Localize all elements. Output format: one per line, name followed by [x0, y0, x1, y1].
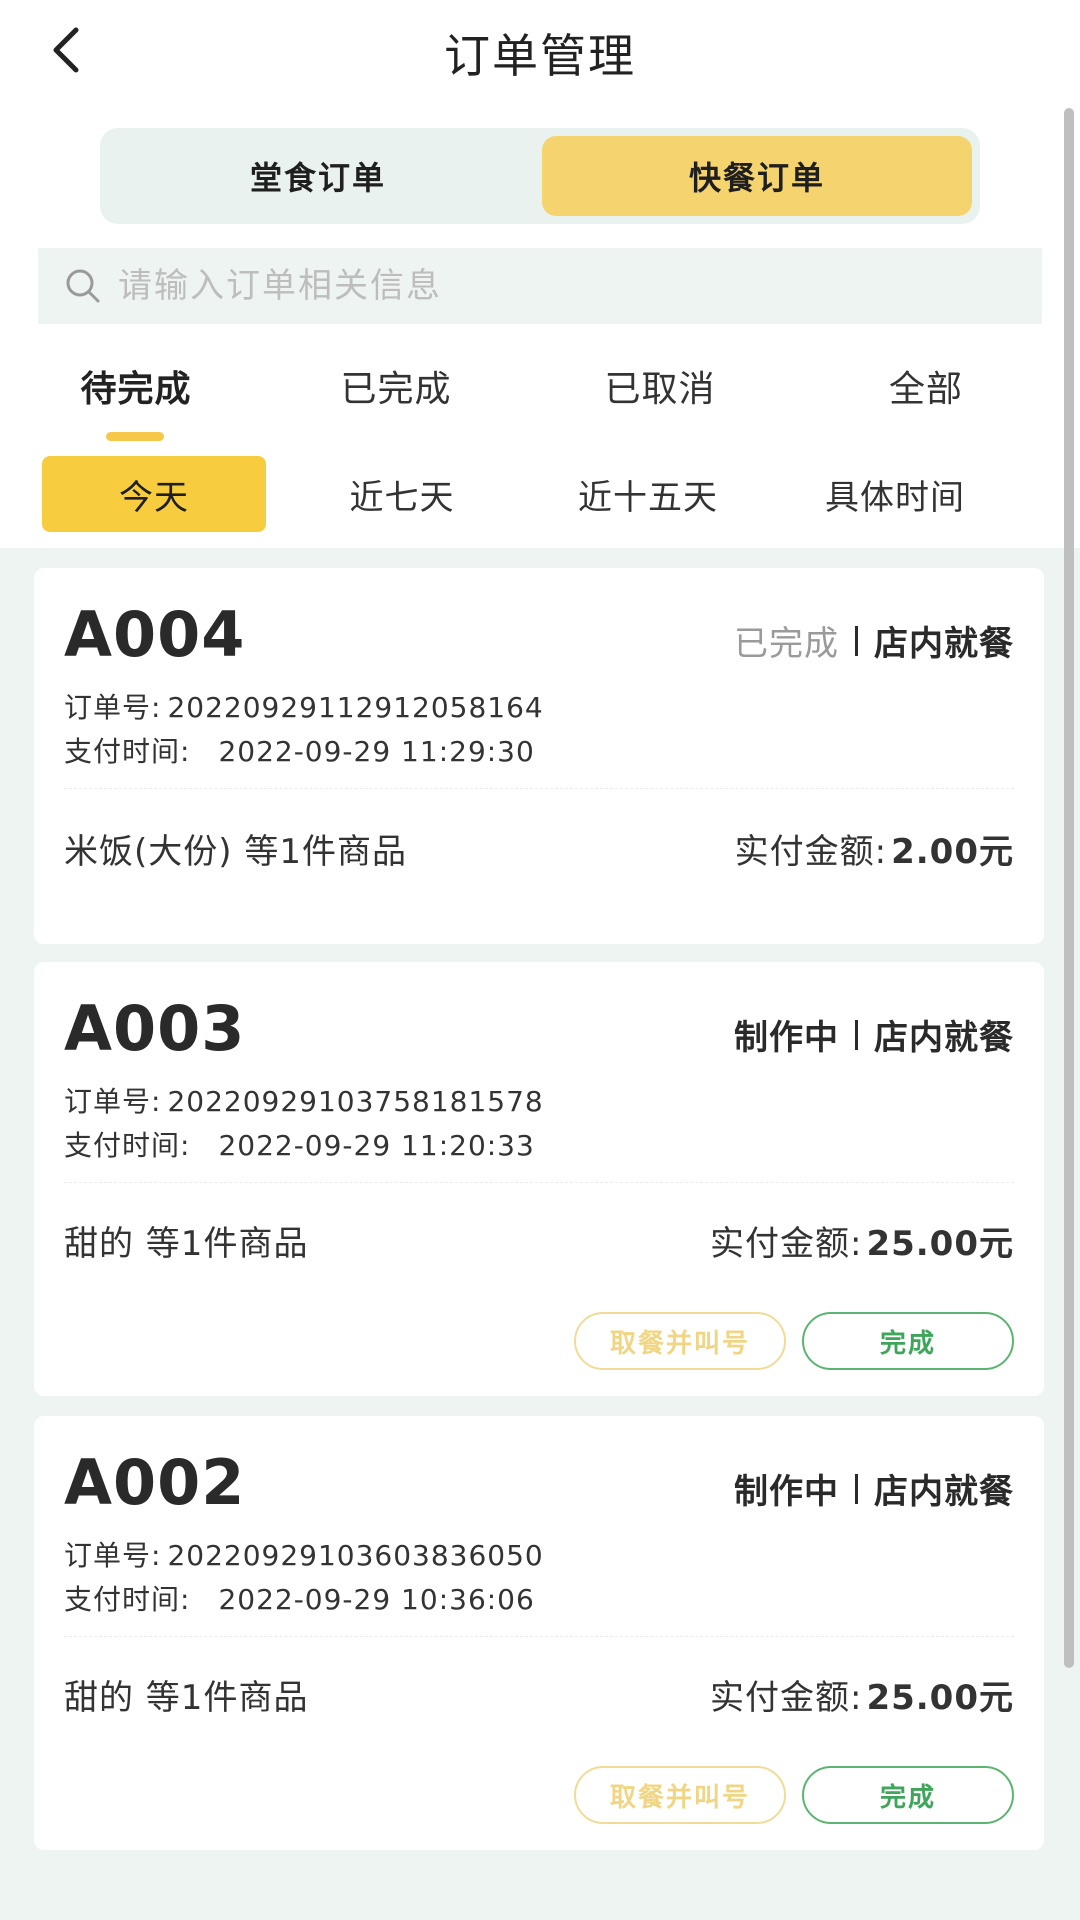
card-divider [64, 1182, 1014, 1183]
items-summary: 甜的 等1件商品 [64, 1224, 309, 1264]
dine-type: 店内就餐 [874, 1018, 1014, 1058]
order-number-label: 订单号: [64, 691, 162, 724]
order-card[interactable]: A004 已完成 店内就餐 订单号: 20220929112912058164 支… [34, 568, 1044, 944]
tab-pending[interactable]: 待完成 [36, 360, 236, 412]
paid-amount-value: 2.00元 [891, 832, 1014, 872]
status-separator [855, 1473, 858, 1504]
pay-time-row: 支付时间: 2022-09-29 11:20:33 [64, 1124, 535, 1164]
card-divider [64, 788, 1014, 789]
time-filters: 今天 近七天 近十五天 具体时间 [0, 456, 1080, 536]
status-text: 已完成 [734, 624, 839, 664]
order-code: A004 [64, 598, 246, 671]
pay-time-row: 支付时间: 2022-09-29 10:36:06 [64, 1578, 535, 1618]
search-input[interactable] [116, 265, 1020, 307]
top-panel: 订单管理 堂食订单 快餐订单 待完成 已完成 已取消 全部 今天 近七天 近十五… [0, 0, 1080, 548]
complete-button[interactable]: 完成 [802, 1766, 1014, 1824]
dine-type: 店内就餐 [874, 624, 1014, 664]
order-number-value: 20220929103758181578 [167, 1085, 544, 1118]
order-number-row: 订单号: 20220929103603836050 [64, 1534, 544, 1574]
pay-time-value: 2022-09-29 10:36:06 [218, 1583, 535, 1616]
tab-fast-food-orders[interactable]: 快餐订单 [542, 136, 972, 216]
status-separator [855, 625, 858, 656]
order-number-label: 订单号: [64, 1085, 162, 1118]
tab-completed[interactable]: 已完成 [296, 360, 496, 412]
items-summary: 米饭(大份) 等1件商品 [64, 832, 407, 872]
pay-time-row: 支付时间: 2022-09-29 11:29:30 [64, 730, 535, 770]
paid-amount-value: 25.00元 [866, 1678, 1014, 1718]
filter-today[interactable]: 今天 [42, 456, 266, 532]
search-bar[interactable] [38, 248, 1042, 324]
filter-last-15-days[interactable]: 近十五天 [538, 456, 758, 532]
pay-time-value: 2022-09-29 11:29:30 [218, 735, 535, 768]
complete-button[interactable]: 完成 [802, 1312, 1014, 1370]
order-card[interactable]: A003 制作中 店内就餐 订单号: 20220929103758181578 支… [34, 962, 1044, 1396]
status-text: 制作中 [734, 1472, 839, 1512]
paid-amount-value: 25.00元 [866, 1224, 1014, 1264]
pay-time-label: 支付时间: [64, 1129, 191, 1162]
paid-amount-label: 实付金额: [709, 1678, 863, 1718]
dine-type: 店内就餐 [874, 1472, 1014, 1512]
items-summary: 甜的 等1件商品 [64, 1678, 309, 1718]
paid-amount-label: 实付金额: [734, 832, 888, 872]
status-text: 制作中 [734, 1018, 839, 1058]
paid-amount-label: 实付金额: [709, 1224, 863, 1264]
order-status: 制作中 店内就餐 [734, 1010, 1014, 1059]
order-card[interactable]: A002 制作中 店内就餐 订单号: 20220929103603836050 支… [34, 1416, 1044, 1850]
pay-time-label: 支付时间: [64, 735, 191, 768]
status-separator [855, 1019, 858, 1050]
pay-time-value: 2022-09-29 11:20:33 [218, 1129, 535, 1162]
order-status: 制作中 店内就餐 [734, 1464, 1014, 1513]
tab-cancelled[interactable]: 已取消 [560, 360, 760, 412]
tab-dine-in-orders[interactable]: 堂食订单 [108, 136, 528, 216]
order-number-value: 20220929112912058164 [167, 691, 544, 724]
paid-amount: 实付金额: 2.00元 [735, 824, 1014, 873]
filter-last-7-days[interactable]: 近七天 [296, 456, 508, 532]
order-number-label: 订单号: [64, 1539, 162, 1572]
order-status: 已完成 店内就餐 [734, 616, 1014, 665]
order-number-row: 订单号: 20220929103758181578 [64, 1080, 544, 1120]
paid-amount: 实付金额: 25.00元 [710, 1670, 1014, 1719]
card-divider [64, 1636, 1014, 1637]
active-tab-indicator [106, 432, 164, 441]
search-icon [66, 269, 100, 303]
order-code: A003 [64, 992, 246, 1065]
scrollbar[interactable] [1064, 108, 1074, 1668]
order-code: A002 [64, 1446, 246, 1519]
paid-amount: 实付金额: 25.00元 [710, 1216, 1014, 1265]
order-type-switch: 堂食订单 快餐订单 [100, 128, 980, 224]
filter-specific-time[interactable]: 具体时间 [780, 456, 1010, 532]
pickup-call-button[interactable]: 取餐并叫号 [574, 1312, 786, 1370]
tab-all[interactable]: 全部 [826, 360, 1026, 412]
pickup-call-button[interactable]: 取餐并叫号 [574, 1766, 786, 1824]
order-number-row: 订单号: 20220929112912058164 [64, 686, 544, 726]
pay-time-label: 支付时间: [64, 1583, 191, 1616]
page-title: 订单管理 [444, 29, 636, 83]
header: 订单管理 [0, 0, 1080, 100]
order-number-value: 20220929103603836050 [167, 1539, 544, 1572]
